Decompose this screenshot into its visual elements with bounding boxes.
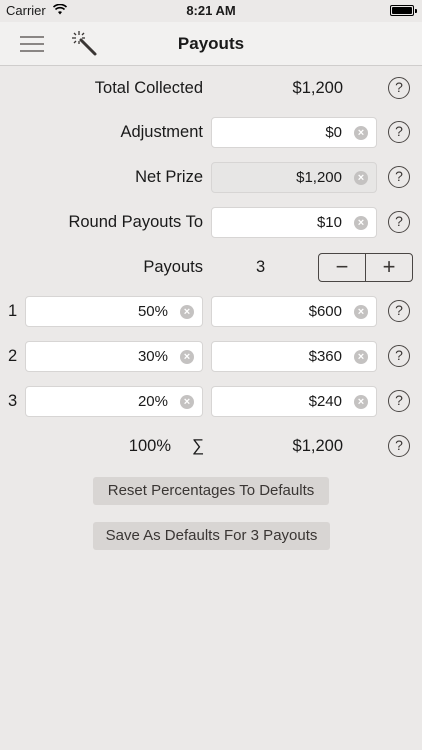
payouts-stepper[interactable]: − + — [318, 253, 413, 282]
navigation-bar: Payouts — [0, 22, 422, 66]
net-prize-value: $1,200 — [296, 169, 342, 186]
decrement-button[interactable]: − — [319, 254, 365, 281]
round-payouts-label: Round Payouts To — [68, 213, 203, 231]
sigma-icon: ∑ — [192, 436, 205, 455]
clear-icon[interactable]: × — [354, 305, 368, 319]
payout-index: 1 — [8, 302, 18, 320]
adjustment-value: $0 — [325, 124, 342, 141]
payout-amount-field[interactable]: $360 × — [211, 341, 377, 372]
totals-row: 100% ∑ $1,200 ? — [0, 426, 422, 466]
clear-icon[interactable]: × — [180, 305, 194, 319]
payout-row: 3 20% × $240 × ? — [0, 381, 422, 421]
round-payouts-value: $10 — [316, 214, 342, 231]
total-collected-label: Total Collected — [94, 79, 203, 97]
payout-amount-field[interactable]: $600 × — [211, 296, 377, 327]
payout-percent-value: 30% — [137, 348, 168, 365]
payout-percent-value: 20% — [137, 393, 168, 410]
help-icon[interactable]: ? — [388, 300, 410, 322]
clear-icon[interactable]: × — [354, 395, 368, 409]
net-prize-field: $1,200 × — [211, 162, 377, 193]
payout-percent-field[interactable]: 50% × — [25, 296, 203, 327]
help-icon[interactable]: ? — [388, 166, 410, 188]
payout-row: 1 50% × $600 × ? — [0, 291, 422, 331]
adjustment-label: Adjustment — [120, 123, 203, 141]
clear-icon[interactable]: × — [354, 216, 368, 230]
net-prize-row: Net Prize $1,200 × ? — [0, 157, 422, 197]
net-prize-label: Net Prize — [135, 168, 203, 186]
round-payouts-field[interactable]: $10 × — [211, 207, 377, 238]
clear-icon: × — [354, 171, 368, 185]
reset-percentages-button[interactable]: Reset Percentages To Defaults — [93, 477, 329, 505]
battery-icon — [390, 5, 417, 16]
page-title: Payouts — [177, 34, 245, 53]
payout-index: 2 — [8, 347, 18, 365]
payout-percent-value: 50% — [137, 303, 168, 320]
clear-icon[interactable]: × — [354, 350, 368, 364]
payout-amount-value: $600 — [308, 303, 342, 320]
payouts-count-row: Payouts 3 − + — [0, 247, 422, 287]
payouts-label: Payouts — [143, 258, 203, 276]
clock: 8:21 AM — [186, 3, 236, 18]
total-collected-row: Total Collected $1,200 ? — [0, 68, 422, 108]
increment-button[interactable]: + — [365, 254, 412, 281]
adjustment-field[interactable]: $0 × — [211, 117, 377, 148]
payout-row: 2 30% × $360 × ? — [0, 336, 422, 376]
payout-amount-value: $240 — [308, 393, 342, 410]
payout-percent-field[interactable]: 20% × — [25, 386, 203, 417]
help-icon[interactable]: ? — [388, 121, 410, 143]
help-icon[interactable]: ? — [388, 435, 410, 457]
total-amount: $1,200 — [292, 437, 343, 455]
total-percent: 100% — [128, 437, 171, 455]
clear-icon[interactable]: × — [354, 126, 368, 140]
help-icon[interactable]: ? — [388, 77, 410, 99]
save-defaults-button[interactable]: Save As Defaults For 3 Payouts — [93, 522, 330, 550]
payout-percent-field[interactable]: 30% × — [25, 341, 203, 372]
payouts-count: 3 — [256, 258, 266, 276]
status-bar: Carrier 8:21 AM — [0, 0, 422, 22]
help-icon[interactable]: ? — [388, 390, 410, 412]
clear-icon[interactable]: × — [180, 395, 194, 409]
total-collected-value: $1,200 — [292, 79, 343, 97]
round-payouts-row: Round Payouts To $10 × ? — [0, 202, 422, 242]
payout-amount-field[interactable]: $240 × — [211, 386, 377, 417]
help-icon[interactable]: ? — [388, 211, 410, 233]
payout-index: 3 — [8, 392, 18, 410]
help-icon[interactable]: ? — [388, 345, 410, 367]
clear-icon[interactable]: × — [180, 350, 194, 364]
payouts-screen: Carrier 8:21 AM Payouts Total Collected … — [0, 0, 422, 750]
payout-amount-value: $360 — [308, 348, 342, 365]
adjustment-row: Adjustment $0 × ? — [0, 112, 422, 152]
